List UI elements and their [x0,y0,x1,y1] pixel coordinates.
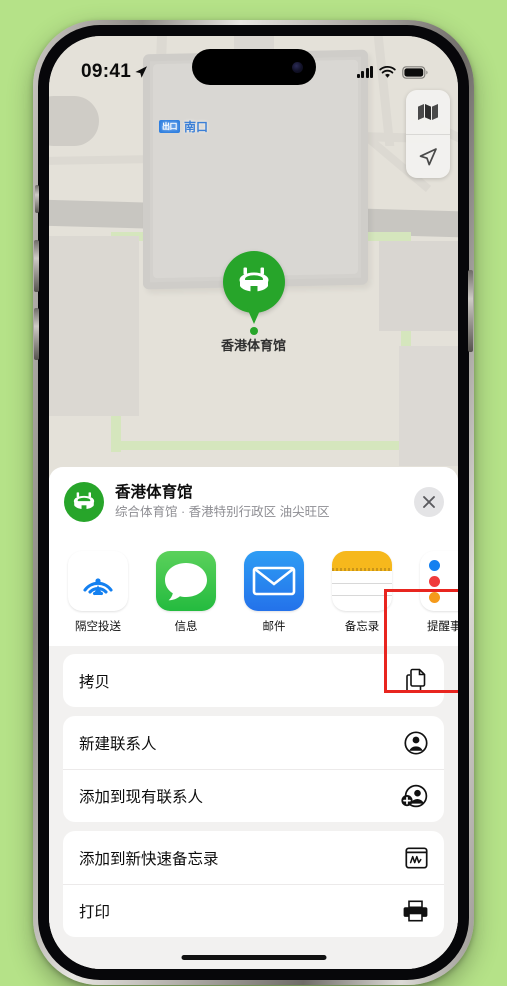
action-row-copy[interactable]: 拷贝 [63,654,444,707]
share-app-mail[interactable]: 邮件 [241,551,307,634]
volume-down-button[interactable] [34,308,39,360]
share-app-notes[interactable]: 备忘录 [329,551,395,634]
place-pin-dot [249,327,258,335]
quick-note-icon [405,846,428,869]
airdrop-glyph-icon [83,578,113,596]
share-action-list: 拷贝 新建联系人 添加到现有联系人 添加到新快速备忘录 打印 [49,646,458,937]
front-camera-icon [291,61,303,73]
share-app-airdrop[interactable]: 隔空投送 [65,551,131,634]
phone-frame: 出口 南口 香港体育馆 09:41 香港体育馆 综合体育馆 · 香港特别行政区 … [33,20,474,985]
mail-icon [244,551,304,611]
action-label: 添加到新快速备忘录 [79,850,219,868]
volume-up-button[interactable] [34,240,39,292]
reminder-dot-blue [429,559,440,571]
notes-icon-header [332,551,392,572]
share-app-label: 隔空投送 [75,621,121,633]
envelope-icon [252,566,296,596]
close-button[interactable] [414,487,444,517]
reminders-icon [420,551,458,611]
share-sheet: 香港体育馆 综合体育馆 · 香港特别行政区 油尖旺区 隔空投送 信息 邮件 备忘… [49,467,458,969]
share-app-label: 备忘录 [344,621,380,633]
share-app-row[interactable]: 隔空投送 信息 邮件 备忘录 提醒事 [49,535,458,646]
action-row-new-contact[interactable]: 新建联系人 [63,716,444,769]
map-stadium-roof [153,59,358,279]
map-place-pin[interactable]: 香港体育馆 [49,251,458,354]
notes-icon-line [332,594,392,596]
share-app-label: 信息 [174,621,198,633]
reminder-dot-orange [429,591,440,603]
avatar [64,482,104,522]
share-sheet-header: 香港体育馆 综合体育馆 · 香港特别行政区 油尖旺区 [49,467,458,535]
map-road [372,36,395,146]
map-building [399,346,458,466]
action-group: 添加到新快速备忘录 打印 [63,831,444,937]
silent-switch[interactable] [35,185,39,213]
page-subtitle: 综合体育馆 · 香港特别行政区 油尖旺区 [115,505,330,520]
map-type-button[interactable] [406,90,450,134]
notes-icon [332,551,392,611]
dynamic-island [191,49,316,85]
speech-bubble-icon [165,563,207,601]
phone-bezel: 出口 南口 香港体育馆 09:41 香港体育馆 综合体育馆 · 香港特别行政区 … [34,25,473,980]
folded-map-icon [418,104,438,120]
exit-chip: 出口 [159,120,180,133]
close-icon [423,496,435,508]
airdrop-icon [68,551,128,611]
action-group: 新建联系人 添加到现有联系人 [63,716,444,822]
action-group: 拷贝 [63,654,444,707]
map-exit-label[interactable]: 出口 南口 [159,118,208,135]
action-row-print[interactable]: 打印 [63,884,444,937]
stadium-icon [73,491,95,511]
page-title: 香港体育馆 [115,483,193,501]
action-row-new-quick-note[interactable]: 添加到新快速备忘录 [63,831,444,884]
messages-icon [156,551,216,611]
printer-icon [403,900,428,922]
person-circle-icon [404,730,428,755]
locate-me-button[interactable] [406,134,450,178]
share-app-label: 提醒事项 [427,621,458,633]
map-road [49,96,99,146]
action-label: 打印 [79,904,111,921]
map-park-strip [111,441,431,450]
copy-doc-icon [406,668,426,693]
exit-label-text: 南口 [184,120,209,134]
share-app-label: 邮件 [262,621,286,633]
power-button[interactable] [468,270,473,352]
person-badge-plus-icon [401,784,428,808]
action-label: 添加到现有联系人 [79,789,204,806]
navigation-arrow-icon [419,147,437,165]
place-pin-label: 香港体育馆 [220,338,286,353]
phone-screen: 出口 南口 香港体育馆 09:41 香港体育馆 综合体育馆 · 香港特别行政区 … [49,36,458,969]
home-indicator[interactable] [181,955,326,960]
action-label: 新建联系人 [79,735,157,753]
map-controls-panel[interactable] [406,90,450,178]
share-app-reminders[interactable]: 提醒事项 [417,551,458,634]
share-app-messages[interactable]: 信息 [153,551,219,634]
action-row-add-existing-contact[interactable]: 添加到现有联系人 [63,769,444,822]
action-label: 拷贝 [79,673,111,691]
place-pin-bubble[interactable] [222,251,285,313]
notes-icon-line [332,582,392,584]
reminder-dot-red [429,575,440,587]
share-sheet-title-block: 香港体育馆 综合体育馆 · 香港特别行政区 油尖旺区 [115,483,403,521]
stadium-icon [239,267,268,294]
